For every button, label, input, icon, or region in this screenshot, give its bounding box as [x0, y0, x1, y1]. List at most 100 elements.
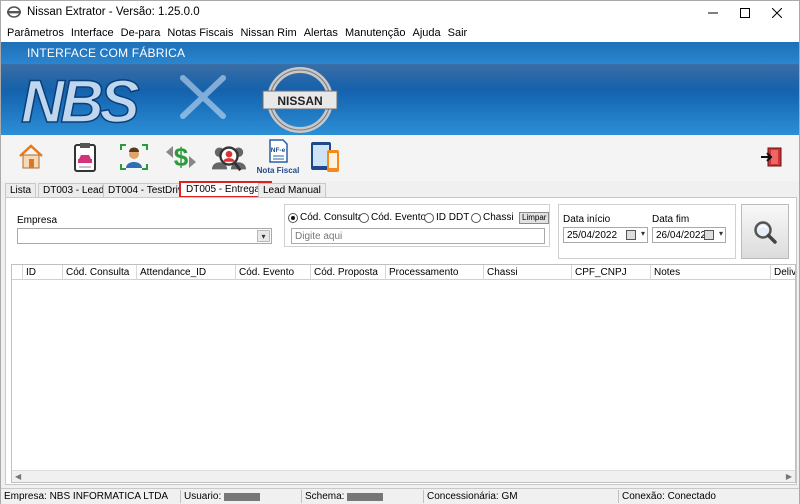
limpar-button[interactable]: Limpar — [519, 212, 550, 224]
menu-bar: Parâmetros Interface De-para Notas Fisca… — [1, 24, 799, 42]
clipboard-car-icon — [74, 143, 96, 172]
scroll-left-icon[interactable]: ◀ — [15, 472, 21, 481]
date-group: Data início 25/04/2022 ▾ Data fim 26/04/… — [558, 204, 736, 259]
col-header-id[interactable]: ID — [23, 265, 63, 280]
status-conexao: Conexão: Conectado — [622, 491, 716, 502]
search-icon — [754, 220, 777, 244]
scroll-right-icon[interactable]: ▶ — [786, 472, 792, 481]
currency-exchange-icon: $ — [166, 142, 196, 172]
redacted-value — [224, 492, 261, 501]
user-scan-button[interactable] — [116, 139, 152, 175]
data-inicio-picker[interactable]: 25/04/2022 ▾ — [563, 227, 648, 243]
redacted-value — [347, 492, 384, 501]
user-scan-icon — [120, 144, 148, 170]
tablet-phone-button[interactable] — [307, 139, 343, 175]
data-inicio-value: 25/04/2022 — [567, 230, 618, 241]
title-bar: Nissan Extrator - Versão: 1.25.0.0 — [1, 1, 799, 24]
clipboard-car-button[interactable] — [67, 139, 103, 175]
menu-manutencao[interactable]: Manutenção — [345, 27, 406, 39]
svg-text:NISSAN: NISSAN — [277, 94, 322, 108]
exit-icon — [761, 147, 782, 167]
banner: NBS NISSAN — [1, 64, 799, 135]
col-header-delivery[interactable]: Delive — [771, 265, 795, 280]
menu-parametros[interactable]: Parâmetros — [7, 27, 64, 39]
minimize-icon — [708, 12, 718, 13]
radio-cod-evento[interactable]: Cód. Evento — [359, 212, 426, 223]
tab-strip: Lista DT003 - Leads DT004 - TestDrive DT… — [5, 181, 795, 198]
tablet-phone-icon — [311, 142, 339, 172]
window-title: Nissan Extrator - Versão: 1.25.0.0 — [27, 6, 200, 18]
radio-chassi[interactable]: Chassi — [471, 212, 514, 223]
nbs-logo: NBS — [21, 68, 140, 135]
close-button[interactable] — [755, 1, 799, 24]
col-header-cod-evento[interactable]: Cód. Evento — [236, 265, 311, 280]
col-header-attendance-id[interactable]: Attendance_ID — [137, 265, 236, 280]
nota-fiscal-button[interactable]: NF-e Nota Fiscal — [256, 139, 300, 175]
col-header-cod-consulta[interactable]: Cód. Consulta — [63, 265, 137, 280]
home-icon — [19, 144, 43, 169]
radio-icon — [471, 212, 481, 223]
col-header-cod-proposta[interactable]: Cód. Proposta — [311, 265, 386, 280]
people-search-button[interactable] — [211, 139, 247, 175]
chevron-down-icon[interactable]: ▾ — [641, 229, 645, 238]
status-usuario: Usuario: — [184, 491, 261, 502]
radio-selected-icon — [288, 212, 298, 223]
menu-alertas[interactable]: Alertas — [304, 27, 338, 39]
menu-notas-fiscais[interactable]: Notas Fiscais — [167, 27, 233, 39]
chevron-down-icon[interactable]: ▾ — [719, 229, 723, 238]
banner-artwork: NBS NISSAN — [20, 67, 338, 135]
search-group: Cód. Consulta Cód. Evento ID DDT Chassi … — [284, 204, 550, 247]
data-fim-label: Data fim — [652, 214, 690, 225]
nissan-app-icon — [7, 6, 21, 18]
chevron-down-icon[interactable]: ▾ — [257, 230, 270, 242]
close-icon — [772, 7, 782, 18]
toolbar: $ NF-e Nota Fiscal — [1, 135, 799, 181]
svg-text:$: $ — [174, 142, 189, 172]
nissan-logo: NISSAN — [262, 67, 338, 133]
menu-de-para[interactable]: De-para — [121, 27, 161, 39]
search-input[interactable]: Digite aqui — [291, 228, 545, 244]
home-button[interactable] — [13, 139, 49, 175]
calendar-icon[interactable] — [626, 230, 636, 240]
status-empresa: Empresa: NBS INFORMATICA LTDA — [4, 491, 169, 502]
horizontal-scrollbar[interactable]: ◀ ▶ — [12, 470, 795, 482]
empresa-select[interactable]: ▾ — [17, 228, 272, 244]
menu-interface[interactable]: Interface — [71, 27, 114, 39]
entregas-grid[interactable]: ID Cód. Consulta Attendance_ID Cód. Even… — [11, 264, 796, 483]
search-button[interactable] — [741, 204, 789, 259]
status-schema: Schema: — [305, 491, 384, 502]
maximize-icon — [740, 7, 750, 18]
data-inicio-label: Data início — [563, 214, 611, 225]
status-concessionaria: Concessionária: GM — [427, 491, 518, 502]
nota-fiscal-icon: NF-e Nota Fiscal — [257, 139, 300, 175]
menu-nissan-rim[interactable]: Nissan Rim — [240, 27, 296, 39]
tab-lista[interactable]: Lista — [5, 183, 37, 198]
x-decoration — [180, 75, 226, 119]
col-header-processamento[interactable]: Processamento — [386, 265, 484, 280]
tab-lead-manual[interactable]: Lead Manual — [258, 183, 326, 198]
svg-text:Nota Fiscal: Nota Fiscal — [257, 166, 300, 175]
radio-icon — [424, 212, 434, 223]
app-window: Nissan Extrator - Versão: 1.25.0.0 Parâm… — [0, 0, 800, 504]
svg-text:NF-e: NF-e — [271, 147, 286, 154]
tab-panel-entregas: Empresa ▾ Cód. Consulta Cód. Evento ID D… — [5, 197, 797, 485]
exit-button[interactable] — [753, 139, 789, 175]
radio-icon — [359, 212, 369, 223]
currency-exchange-button[interactable]: $ — [163, 139, 199, 175]
radio-id-ddt[interactable]: ID DDT — [424, 212, 469, 223]
menu-ajuda[interactable]: Ajuda — [412, 27, 440, 39]
empresa-label: Empresa — [17, 215, 58, 226]
data-fim-picker[interactable]: 26/04/2022 ▾ — [652, 227, 726, 243]
data-fim-value: 26/04/2022 — [656, 230, 707, 241]
col-header-cpf-cnpj[interactable]: CPF_CNPJ — [572, 265, 651, 280]
grid-row-indicator — [12, 265, 23, 280]
calendar-icon[interactable] — [704, 230, 714, 240]
menu-sair[interactable]: Sair — [448, 27, 468, 39]
col-header-chassi[interactable]: Chassi — [484, 265, 572, 280]
people-search-icon — [211, 146, 247, 172]
status-bar: Empresa: NBS INFORMATICA LTDA Usuario: S… — [1, 488, 799, 504]
grid-header: ID Cód. Consulta Attendance_ID Cód. Even… — [12, 265, 795, 280]
col-header-notes[interactable]: Notes — [651, 265, 771, 280]
banner-heading: INTERFACE COM FÁBRICA — [1, 42, 799, 64]
radio-cod-consulta[interactable]: Cód. Consulta — [288, 212, 363, 223]
